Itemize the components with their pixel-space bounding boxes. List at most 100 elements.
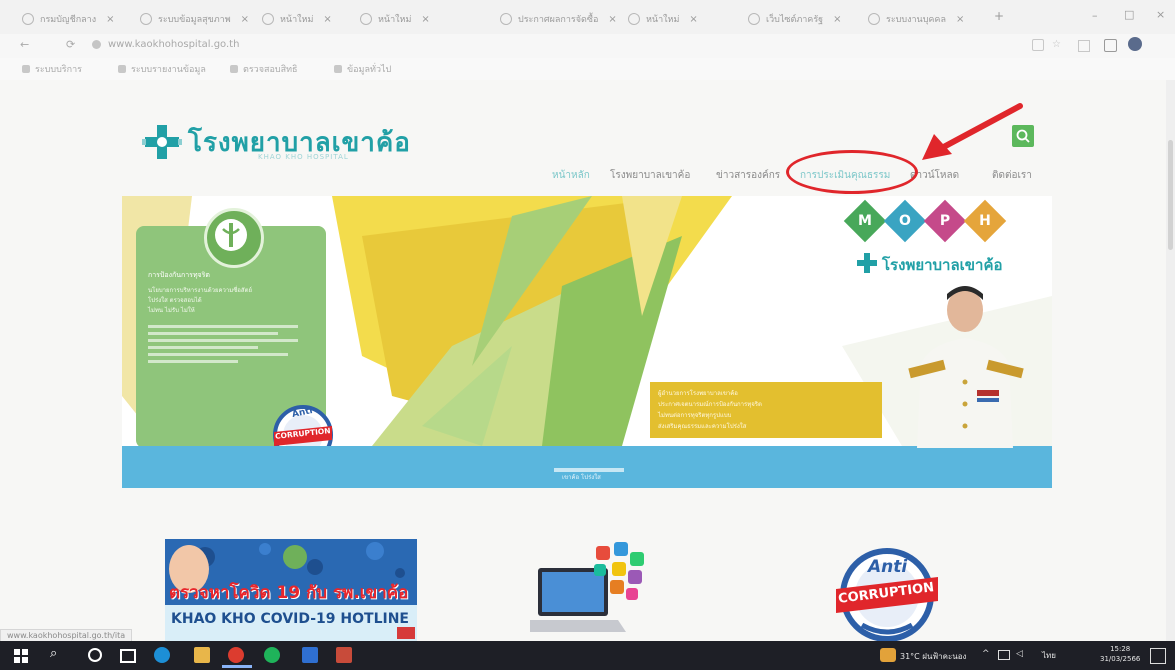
message-line: ไม่ทนต่อการทุจริตทุกรูปแบบ bbox=[658, 412, 732, 419]
annotation-ellipse bbox=[786, 150, 918, 194]
tab-actions-icon[interactable] bbox=[1104, 39, 1117, 52]
file-explorer-icon[interactable] bbox=[194, 647, 210, 663]
chrome-icon[interactable] bbox=[228, 647, 244, 663]
banner-blue-bar: เขาค้อ โปร่งใส bbox=[122, 446, 1052, 488]
nav-item-home[interactable]: หน้าหลัก bbox=[552, 168, 590, 183]
nav-item-news[interactable]: ข่าวสารองค์กร bbox=[716, 168, 780, 183]
annotation-arrow-icon bbox=[922, 103, 1023, 160]
bookmark-item[interactable]: ข้อมูลทั่วไป bbox=[334, 62, 391, 76]
nav-item-hospital[interactable]: โรงพยาบาลเขาค้อ bbox=[610, 168, 690, 183]
moph-emblem-icon bbox=[204, 208, 264, 268]
site-favicon-icon bbox=[140, 13, 152, 25]
profile-avatar-icon[interactable] bbox=[1128, 37, 1142, 51]
line-icon[interactable] bbox=[264, 647, 280, 663]
close-icon[interactable]: × bbox=[241, 14, 249, 25]
input-language[interactable]: ไทย bbox=[1042, 649, 1056, 662]
volume-icon[interactable]: ◁ bbox=[1016, 649, 1023, 659]
close-icon[interactable]: × bbox=[956, 14, 964, 25]
star-icon[interactable]: ☆ bbox=[1052, 39, 1061, 50]
text-placeholder-line bbox=[148, 332, 278, 335]
browser-tab[interactable]: ประกาศผลการจัดซื้อ × bbox=[500, 8, 622, 30]
director-message-box: ผู้อำนวยการโรงพยาบาลเขาค้อ ประกาศเจตนารม… bbox=[650, 382, 882, 438]
page-scrollbar[interactable] bbox=[1166, 80, 1175, 641]
anti-logo-text: Anti bbox=[868, 557, 908, 577]
moph-letter: H bbox=[979, 213, 991, 229]
bookmark-icon bbox=[22, 65, 30, 73]
laptop-apps-illustration[interactable] bbox=[526, 540, 650, 640]
hospital-cross-icon bbox=[856, 252, 878, 274]
text-placeholder-line bbox=[148, 353, 288, 356]
panel-line: นโยบายการบริหารงานด้วยความซื่อสัตย์ bbox=[148, 287, 252, 294]
message-line: ส่งเสริมคุณธรรมและความโปร่งใส bbox=[658, 423, 747, 430]
close-icon[interactable]: × bbox=[106, 14, 114, 25]
app-icon[interactable] bbox=[336, 647, 352, 663]
site-favicon-icon bbox=[500, 13, 512, 25]
panel-line: ไม่ทน ไม่รับ ไม่ให้ bbox=[148, 307, 195, 314]
back-icon[interactable]: ← bbox=[20, 38, 29, 51]
close-icon[interactable]: × bbox=[689, 14, 697, 25]
hospital-logo-icon[interactable] bbox=[142, 122, 182, 162]
chevron-up-icon[interactable]: ^ bbox=[982, 649, 990, 659]
browser-tab[interactable]: ระบบงานบุคคล × bbox=[868, 8, 978, 30]
browser-tab[interactable]: หน้าใหม่ × bbox=[360, 8, 475, 30]
close-icon[interactable]: × bbox=[608, 14, 616, 25]
active-app-indicator bbox=[222, 665, 252, 668]
covid-hotline-banner[interactable]: ตรวจหาโควิด 19 กับ รพ.เขาค้อ KHAO KHO CO… bbox=[165, 539, 417, 641]
blue-bar-caption: เขาค้อ โปร่งใส bbox=[562, 474, 601, 481]
close-icon[interactable]: × bbox=[421, 14, 429, 25]
anti-corruption-logo[interactable]: Anti CORRUPTION bbox=[832, 543, 942, 642]
message-line: ประกาศเจตนารมณ์การป้องกันการทุจริต bbox=[658, 401, 762, 408]
site-favicon-icon bbox=[360, 13, 372, 25]
covid-banner-title: ตรวจหาโควิด 19 กับ รพ.เขาค้อ bbox=[169, 583, 409, 603]
weather-icon[interactable] bbox=[880, 648, 896, 662]
browser-tab[interactable]: ระบบข้อมูลสุขภาพ × bbox=[140, 8, 255, 30]
window-close-icon[interactable]: × bbox=[1156, 8, 1165, 21]
bookmark-item[interactable]: ระบบรายงานข้อมูล bbox=[118, 62, 206, 76]
moph-letter: O bbox=[899, 213, 911, 229]
close-icon[interactable]: × bbox=[833, 14, 841, 25]
site-favicon-icon bbox=[262, 13, 274, 25]
panel-heading: การป้องกันการทุจริต bbox=[148, 271, 210, 279]
text-placeholder-line bbox=[148, 360, 238, 363]
moph-letter: M bbox=[858, 213, 872, 229]
url-field[interactable]: www.kaokhohospital.go.th bbox=[108, 39, 239, 50]
covid-banner-subtitle: KHAO KHO COVID-19 HOTLINE bbox=[171, 611, 409, 627]
new-tab-icon[interactable]: + bbox=[994, 9, 1004, 23]
close-icon[interactable]: × bbox=[323, 14, 331, 25]
text-placeholder-line bbox=[148, 339, 298, 342]
windows-start-icon[interactable] bbox=[14, 648, 28, 667]
site-favicon-icon bbox=[628, 13, 640, 25]
reload-icon[interactable]: ⟳ bbox=[66, 38, 75, 51]
collections-icon[interactable] bbox=[1078, 40, 1090, 52]
network-icon[interactable] bbox=[998, 650, 1010, 660]
banner-corner-tag bbox=[397, 627, 415, 639]
clock-date: 31/03/2566 bbox=[1100, 655, 1141, 663]
browser-tab[interactable]: กรมบัญชีกลาง × bbox=[22, 8, 132, 30]
scrollbar-thumb[interactable] bbox=[1168, 140, 1173, 250]
browser-tab[interactable]: หน้าใหม่ × bbox=[262, 8, 357, 30]
browser-tab-bar: กรมบัญชีกลาง × ระบบข้อมูลสุขภาพ × หน้าใหม่… bbox=[0, 0, 1175, 34]
clock[interactable]: 15:28 31/03/2566 bbox=[1100, 644, 1140, 664]
lock-icon bbox=[92, 40, 101, 49]
site-favicon-icon bbox=[868, 13, 880, 25]
minimize-icon[interactable]: – bbox=[1092, 9, 1098, 22]
bookmark-item[interactable]: ระบบบริการ bbox=[22, 62, 82, 76]
extension-icon[interactable] bbox=[1032, 39, 1044, 51]
edge-icon[interactable] bbox=[154, 647, 170, 663]
cortana-icon[interactable] bbox=[88, 648, 102, 662]
bookmark-item[interactable]: ตรวจสอบสิทธิ bbox=[230, 62, 298, 76]
weather-text[interactable]: 31°C ฝนฟ้าคะนอง bbox=[900, 650, 966, 663]
maximize-icon[interactable]: □ bbox=[1124, 8, 1134, 21]
task-view-icon[interactable] bbox=[120, 649, 136, 663]
nav-item-contact[interactable]: ติดต่อเรา bbox=[992, 168, 1032, 183]
word-icon[interactable] bbox=[302, 647, 318, 663]
bookmark-icon bbox=[230, 65, 238, 73]
bookmark-icon bbox=[334, 65, 342, 73]
browser-tab[interactable]: หน้าใหม่ × bbox=[628, 8, 743, 30]
notification-icon[interactable] bbox=[1150, 648, 1166, 664]
site-favicon-icon bbox=[22, 13, 34, 25]
text-placeholder-line bbox=[148, 325, 298, 328]
search-icon[interactable]: ⌕ bbox=[50, 646, 57, 661]
clock-time: 15:28 bbox=[1110, 645, 1131, 653]
browser-tab[interactable]: เว็บไซต์ภาครัฐ × bbox=[748, 8, 863, 30]
